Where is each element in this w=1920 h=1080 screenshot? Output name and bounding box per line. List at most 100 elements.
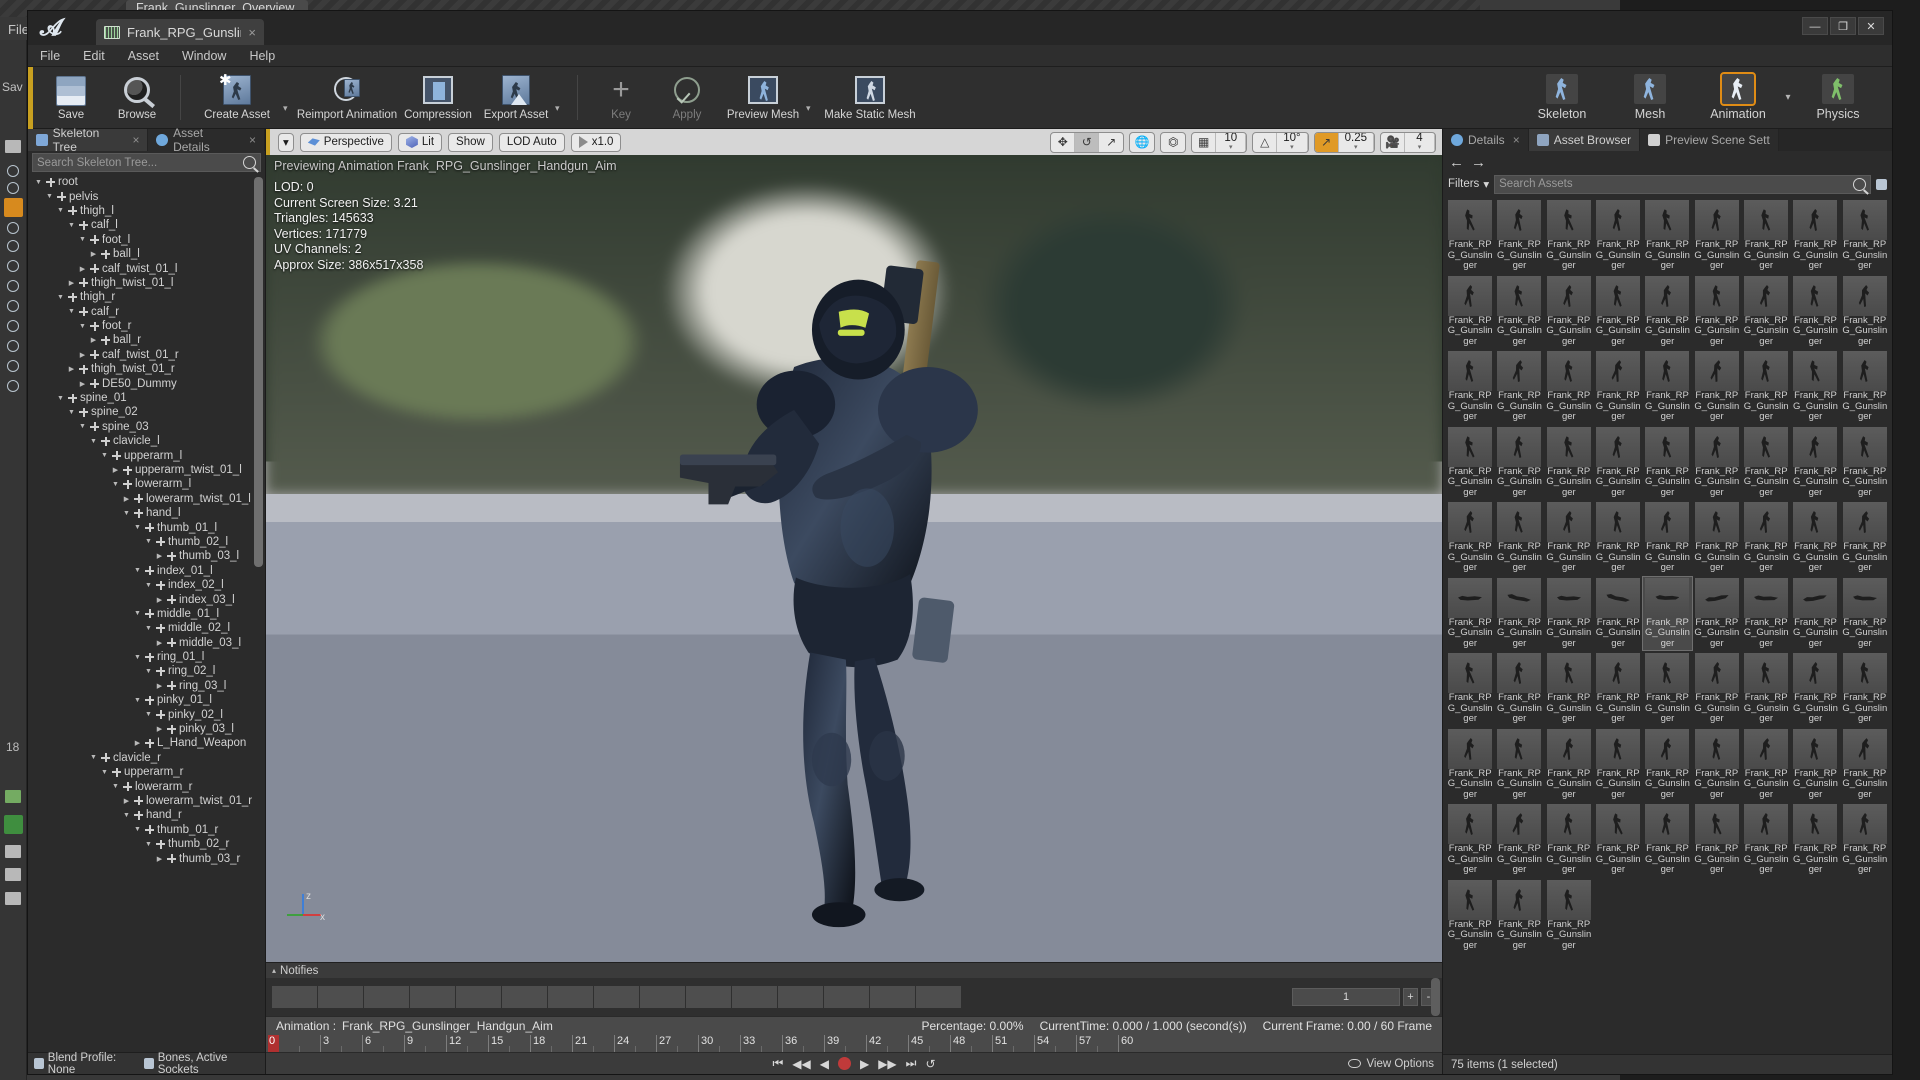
play-reverse-button[interactable]: ◀ <box>820 1057 829 1071</box>
settings-icon[interactable] <box>1876 178 1887 190</box>
asset-cell[interactable]: Frank_​RPG_​Gunslinger <box>1841 501 1889 575</box>
close-icon[interactable]: × <box>132 133 139 147</box>
step-forward-button[interactable]: ▶▶ <box>878 1057 896 1071</box>
skeleton-tree-node[interactable]: ▼ clavicle_r <box>30 751 265 765</box>
asset-cell[interactable]: Frank_​RPG_​Gunslinger <box>1643 350 1691 424</box>
globe-icon[interactable]: 🌐 <box>1130 133 1154 152</box>
skeleton-tree-node[interactable]: ▼ calf_l <box>30 218 265 232</box>
reimport-animation-button[interactable]: Reimport Animation <box>295 71 399 121</box>
skeleton-tree-node[interactable]: ▼ thigh_r <box>30 290 265 304</box>
skeleton-tree-node[interactable]: ▼ upperarm_l <box>30 448 265 462</box>
skeleton-tree-node[interactable]: ▼ clavicle_l <box>30 434 265 448</box>
notify-track-segment[interactable] <box>732 986 778 1008</box>
skeleton-tree-node[interactable]: ▼ lowerarm_r <box>30 779 265 793</box>
expander-open-icon[interactable]: ▼ <box>78 323 87 330</box>
skeleton-tree-node[interactable]: ▶ ball_l <box>30 247 265 261</box>
background-rail-icon-16[interactable] <box>5 892 21 905</box>
notify-track-segment[interactable] <box>548 986 594 1008</box>
asset-cell[interactable]: Frank_​RPG_​Gunslinger <box>1791 426 1839 500</box>
asset-cell[interactable]: Frank_​RPG_​Gunslinger <box>1446 652 1494 726</box>
asset-cell[interactable]: Frank_​RPG_​Gunslinger <box>1545 728 1593 802</box>
preview-mesh-button[interactable]: Preview Mesh <box>720 71 806 121</box>
expander-open-icon[interactable]: ▼ <box>56 294 65 301</box>
asset-cell[interactable]: Frank_​RPG_​Gunslinger <box>1841 275 1889 349</box>
notify-track-segment[interactable] <box>272 986 318 1008</box>
background-rail-icon-14[interactable] <box>5 845 21 858</box>
asset-cell[interactable]: Frank_​RPG_​Gunslinger <box>1742 275 1790 349</box>
asset-cell[interactable]: Frank_​RPG_​Gunslinger <box>1642 575 1693 651</box>
asset-cell[interactable]: Frank_​RPG_​Gunslinger <box>1693 199 1741 273</box>
preview-mesh-chevron-down-icon[interactable]: ▾ <box>806 103 818 114</box>
expander-open-icon[interactable]: ▼ <box>133 697 142 704</box>
view-mode-button[interactable]: Lit <box>397 132 443 152</box>
asset-cell[interactable]: Frank_​RPG_​Gunslinger <box>1841 350 1889 424</box>
skeleton-tree-node[interactable]: ▼ pelvis <box>30 189 265 203</box>
skeleton-tree-node[interactable]: ▼ thumb_01_l <box>30 520 265 534</box>
expander-closed-icon[interactable]: ▶ <box>155 725 164 733</box>
asset-cell[interactable]: Frank_​RPG_​Gunslinger <box>1594 577 1642 651</box>
add-track-button[interactable]: + <box>1403 988 1418 1006</box>
grid-icon[interactable]: ▦ <box>1192 132 1217 152</box>
show-menu-button[interactable]: Show <box>448 132 493 152</box>
loop-button[interactable]: ↺ <box>925 1057 935 1071</box>
nav-back-icon[interactable]: ← <box>1449 154 1464 171</box>
expander-open-icon[interactable]: ▼ <box>89 754 98 761</box>
asset-cell[interactable]: Frank_​RPG_​Gunslinger <box>1446 803 1494 877</box>
asset-search-box[interactable] <box>1494 174 1871 194</box>
asset-cell[interactable]: Frank_​RPG_​Gunslinger <box>1841 426 1889 500</box>
skeleton-tree-node[interactable]: ▶ upperarm_twist_01_l <box>30 463 265 477</box>
rotate-gizmo-icon[interactable]: ↺ <box>1075 132 1100 152</box>
notify-track-area[interactable]: 1 + - <box>266 978 1442 1016</box>
expander-open-icon[interactable]: ▼ <box>133 826 142 833</box>
asset-cell[interactable]: Frank_​RPG_​Gunslinger <box>1495 426 1543 500</box>
expander-open-icon[interactable]: ▼ <box>144 582 153 589</box>
close-icon[interactable]: × <box>249 133 256 147</box>
asset-grid[interactable]: Frank_​RPG_​Gunslinger Frank_​RPG_​Gunsli… <box>1443 195 1892 1054</box>
notify-track-segment[interactable] <box>456 986 502 1008</box>
asset-cell[interactable]: Frank_​RPG_​Gunslinger <box>1841 803 1889 877</box>
asset-cell[interactable]: Frank_​RPG_​Gunslinger <box>1594 275 1642 349</box>
skeleton-tree-node[interactable]: ▶ pinky_03_l <box>30 722 265 736</box>
expander-icon[interactable]: ▴ <box>272 966 276 975</box>
lod-button[interactable]: LOD Auto <box>498 132 565 152</box>
mode-mesh[interactable]: Mesh <box>1606 70 1694 126</box>
asset-cell[interactable]: Frank_​RPG_​Gunslinger <box>1693 803 1741 877</box>
skeleton-tree-node[interactable]: ▼ root <box>30 175 265 189</box>
asset-cell[interactable]: Frank_​RPG_​Gunslinger <box>1495 199 1543 273</box>
asset-cell[interactable]: Frank_​RPG_​Gunslinger <box>1791 577 1839 651</box>
notify-track-segment[interactable] <box>364 986 410 1008</box>
asset-cell[interactable]: Frank_​RPG_​Gunslinger <box>1545 879 1593 953</box>
asset-cell[interactable]: Frank_​RPG_​Gunslinger <box>1791 501 1839 575</box>
expander-closed-icon[interactable]: ▶ <box>111 466 120 474</box>
asset-cell[interactable]: Frank_​RPG_​Gunslinger <box>1446 501 1494 575</box>
skeleton-tree-node[interactable]: ▼ thumb_02_l <box>30 535 265 549</box>
menu-help[interactable]: Help <box>249 49 275 63</box>
asset-cell[interactable]: Frank_​RPG_​Gunslinger <box>1841 652 1889 726</box>
expander-closed-icon[interactable]: ▶ <box>155 855 164 863</box>
skeleton-tree-node[interactable]: ▼ lowerarm_l <box>30 477 265 491</box>
skeleton-tree-node[interactable]: ▼ index_02_l <box>30 578 265 592</box>
expander-open-icon[interactable]: ▼ <box>111 481 120 488</box>
skeleton-tree-node[interactable]: ▼ foot_l <box>30 233 265 247</box>
document-tab[interactable]: Frank_RPG_Gunslinger_Ha × <box>96 19 264 45</box>
skeleton-tree-node[interactable]: ▼ pinky_01_l <box>30 693 265 707</box>
tab-asset-details[interactable]: Asset Details × <box>148 126 265 154</box>
expander-closed-icon[interactable]: ▶ <box>78 351 87 359</box>
asset-cell[interactable]: Frank_​RPG_​Gunslinger <box>1643 426 1691 500</box>
asset-cell[interactable]: Frank_​RPG_​Gunslinger <box>1594 426 1642 500</box>
close-icon[interactable]: × <box>1513 133 1520 147</box>
skeleton-tree[interactable]: ▼ root ▼ pelvis ▼ thigh_l ▼ calf_l ▼ foot_l ▶ ball_… <box>28 173 265 1052</box>
asset-cell[interactable]: Frank_​RPG_​Gunslinger <box>1446 879 1494 953</box>
track-count-field[interactable]: 1 <box>1292 988 1400 1006</box>
menu-file[interactable]: File <box>40 49 60 63</box>
asset-cell[interactable]: Frank_​RPG_​Gunslinger <box>1693 577 1741 651</box>
asset-cell[interactable]: Frank_​RPG_​Gunslinger <box>1446 728 1494 802</box>
menu-window[interactable]: Window <box>182 49 226 63</box>
notify-track-segment[interactable] <box>778 986 824 1008</box>
expander-open-icon[interactable]: ▼ <box>133 524 142 531</box>
expander-open-icon[interactable]: ▼ <box>111 783 120 790</box>
background-rail-icon-4[interactable] <box>7 222 19 234</box>
skeleton-tree-node[interactable]: ▼ thigh_l <box>30 204 265 218</box>
skeleton-tree-node[interactable]: ▼ middle_02_l <box>30 621 265 635</box>
skeleton-tree-node[interactable]: ▼ foot_r <box>30 319 265 333</box>
